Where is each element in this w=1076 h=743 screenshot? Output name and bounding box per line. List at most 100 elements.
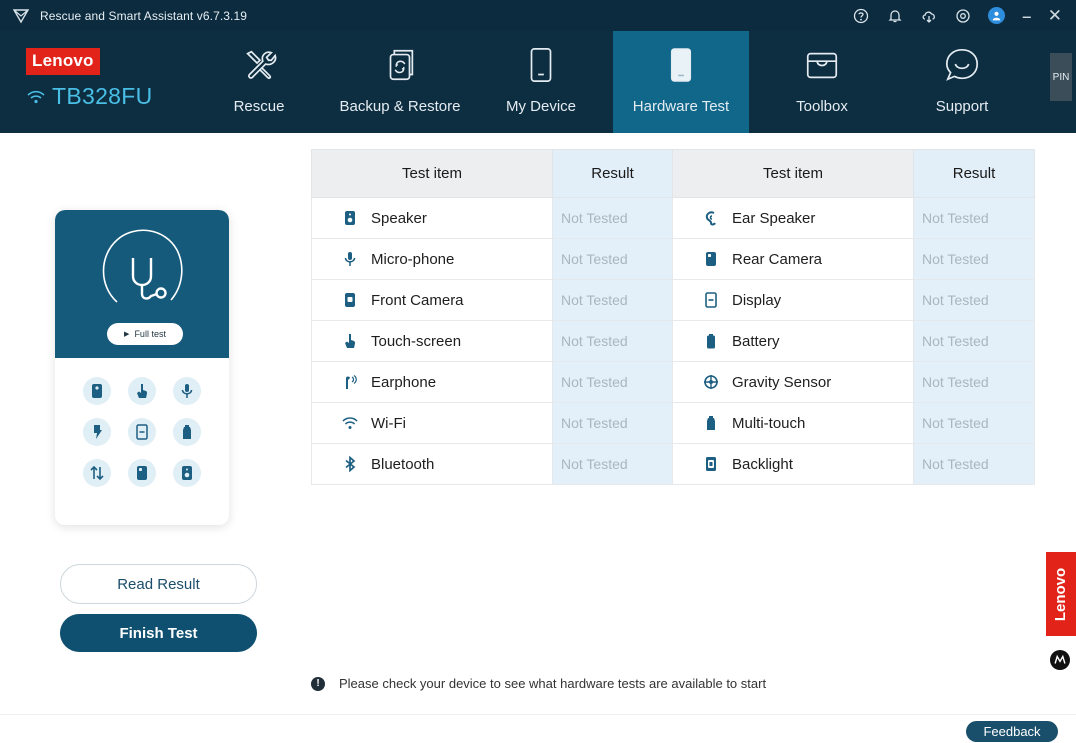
front-camera-icon: [345, 293, 355, 307]
gravity-sensor-icon: [704, 375, 718, 389]
rear-camera-icon: [706, 252, 716, 266]
card-header: ▶ Full test: [55, 210, 229, 358]
nav-label: Support: [935, 98, 989, 115]
front-camera-icon[interactable]: [83, 377, 112, 405]
test-item-label: Backlight: [732, 455, 793, 473]
feedback-button[interactable]: Feedback: [966, 721, 1058, 742]
side-lenovo-text: Lenovo: [1052, 567, 1070, 621]
nav-toolbox[interactable]: Toolbox: [778, 31, 866, 133]
test-item-speaker[interactable]: Speaker: [342, 210, 552, 227]
test-item-gravity-sensor[interactable]: Gravity Sensor: [703, 374, 913, 391]
nav-rescue[interactable]: Rescue: [222, 31, 296, 133]
availability-notice: ! Please check your device to see what h…: [311, 676, 766, 691]
test-item-label: Multi-touch: [732, 414, 806, 432]
nav-hardware-test[interactable]: Hardware Test: [613, 31, 749, 133]
pin-button[interactable]: PIN: [1050, 53, 1072, 101]
full-test-button[interactable]: ▶ Full test: [107, 323, 183, 345]
display-icon[interactable]: [127, 418, 156, 446]
read-result-button[interactable]: Read Result: [60, 564, 257, 604]
full-test-label: Full test: [134, 329, 166, 339]
test-item-label: Display: [732, 291, 782, 309]
backup-icon: [380, 45, 420, 85]
test-item-backlight[interactable]: Backlight: [703, 456, 913, 473]
side-lenovo-logo: Lenovo: [1046, 552, 1076, 636]
column-header-test-item: Test item: [311, 149, 553, 198]
title-bar: Rescue and Smart Assistant v6.7.3.19 – ✕: [0, 0, 1076, 31]
bell-icon[interactable]: [886, 7, 904, 25]
nav-label: Backup & Restore: [339, 98, 461, 115]
hardware-test-icon: [661, 45, 701, 85]
battery-icon: [707, 334, 715, 349]
display-icon: [705, 292, 717, 308]
rear-camera-icon[interactable]: [127, 459, 156, 487]
earphone-icon: [346, 375, 357, 389]
test-item-display[interactable]: Display: [703, 292, 913, 309]
test-result: Not Tested: [552, 361, 673, 403]
test-item-label: Earphone: [371, 373, 437, 391]
test-result: Not Tested: [552, 320, 673, 362]
stethoscope-icon: [102, 229, 183, 303]
table-row: Micro-phone Not Tested Rear Camera Not T…: [311, 238, 1035, 280]
table-row: Wi-Fi Not Tested Multi-touch Not Tested: [311, 402, 1035, 444]
toolbox-icon: [802, 45, 842, 85]
test-item-microphone[interactable]: Micro-phone: [342, 251, 552, 268]
test-item-label: Touch-screen: [371, 332, 462, 350]
motorola-logo: [1050, 650, 1070, 670]
ear-speaker-icon: [705, 211, 716, 226]
flash-icon[interactable]: [83, 418, 112, 446]
table-row: Front Camera Not Tested Display Not Test…: [311, 279, 1035, 321]
test-item-label: Wi-Fi: [371, 414, 406, 432]
multitouch-icon: [707, 416, 715, 430]
test-item-bluetooth[interactable]: Bluetooth: [342, 456, 552, 473]
app-logo-icon: [12, 8, 30, 23]
close-button[interactable]: ✕: [1048, 7, 1062, 25]
test-item-label: Speaker: [371, 209, 427, 227]
test-item-label: Micro-phone: [371, 250, 455, 268]
column-header-result: Result: [552, 149, 673, 198]
settings-icon[interactable]: [954, 7, 972, 25]
nav-support[interactable]: Support: [918, 31, 1006, 133]
column-header-test-item: Test item: [672, 149, 914, 198]
test-result: Not Tested: [552, 279, 673, 321]
help-icon[interactable]: [852, 7, 870, 25]
microphone-icon: [344, 252, 356, 266]
wifi-icon: [342, 417, 358, 429]
table-row: Speaker Not Tested Ear Speaker Not Teste…: [311, 197, 1035, 239]
test-item-label: Rear Camera: [732, 250, 823, 268]
nav-my-device[interactable]: My Device: [497, 31, 585, 133]
test-item-wifi[interactable]: Wi-Fi: [342, 415, 552, 432]
touch-icon[interactable]: [127, 377, 156, 405]
app-title: Rescue and Smart Assistant v6.7.3.19: [40, 8, 248, 23]
data-transfer-icon[interactable]: [83, 459, 112, 487]
hardware-test-card: ▶ Full test: [55, 210, 229, 525]
test-item-front-camera[interactable]: Front Camera: [342, 292, 552, 309]
test-result: Not Tested: [913, 443, 1035, 485]
finish-test-button[interactable]: Finish Test: [60, 614, 257, 652]
nav-label: Toolbox: [796, 98, 848, 115]
column-header-result: Result: [913, 149, 1035, 198]
hardware-test-table: Test item Result Test item Result Speake…: [311, 149, 1035, 485]
cloud-download-icon[interactable]: [920, 7, 938, 25]
test-result: Not Tested: [913, 320, 1035, 362]
table-row: Touch-screen Not Tested Battery Not Test…: [311, 320, 1035, 362]
user-icon[interactable]: [988, 7, 1006, 25]
test-item-ear-speaker[interactable]: Ear Speaker: [703, 210, 913, 227]
test-item-earphone[interactable]: Earphone: [342, 374, 552, 391]
test-result: Not Tested: [913, 402, 1035, 444]
device-indicator: TB328FU: [26, 83, 153, 110]
notice-text: Please check your device to see what har…: [339, 676, 767, 691]
minimize-button[interactable]: –: [1022, 6, 1032, 26]
test-item-rear-camera[interactable]: Rear Camera: [703, 251, 913, 268]
chat-support-icon: [942, 45, 982, 85]
test-item-touch-screen[interactable]: Touch-screen: [342, 333, 552, 350]
multitouch-icon[interactable]: [172, 418, 201, 446]
microphone-icon[interactable]: [172, 377, 201, 405]
speaker-icon[interactable]: [172, 459, 201, 487]
test-item-battery[interactable]: Battery: [703, 333, 913, 350]
test-item-multi-touch[interactable]: Multi-touch: [703, 415, 913, 432]
table-header-row: Test item Result Test item Result: [311, 149, 1035, 198]
info-icon: !: [311, 676, 325, 691]
nav-backup-restore[interactable]: Backup & Restore: [328, 31, 472, 133]
brand-block: Lenovo TB328FU: [26, 48, 153, 110]
main-navigation: Lenovo TB328FU Rescue Backup & Restore M…: [0, 31, 1076, 133]
